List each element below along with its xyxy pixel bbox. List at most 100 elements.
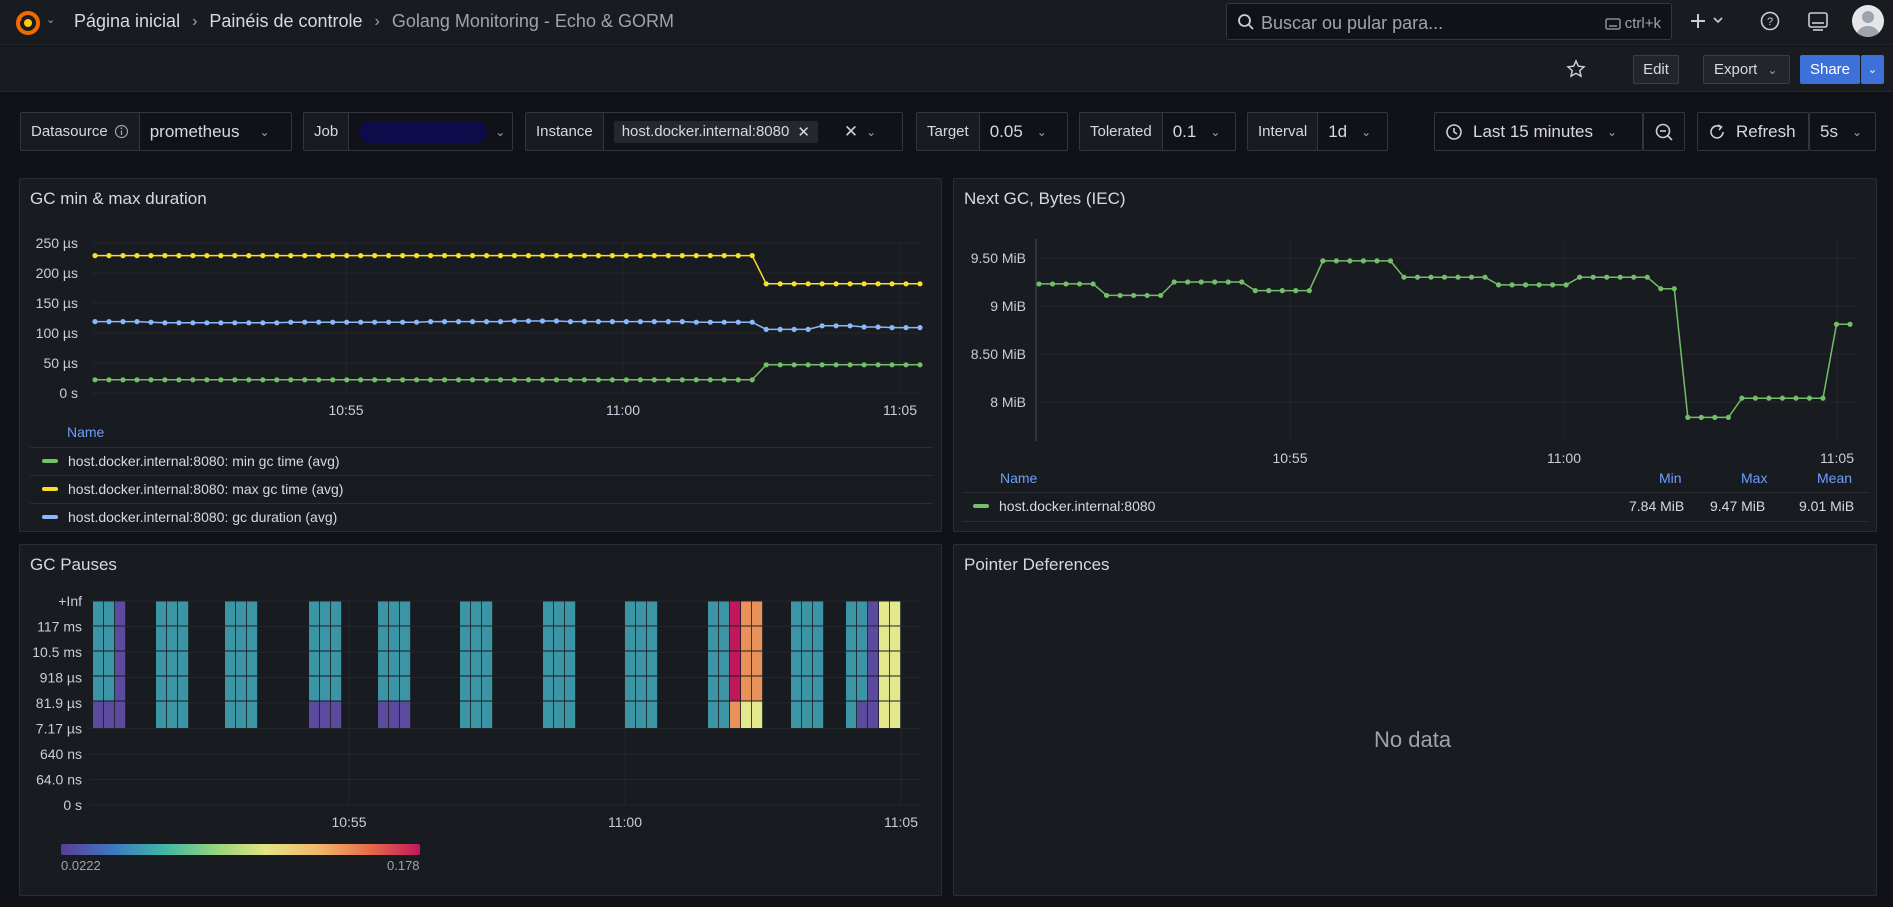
refresh-interval-select[interactable]: 5s ⌄ [1809, 112, 1876, 151]
legend-item-max[interactable]: host.docker.internal:8080: max gc time (… [42, 481, 343, 497]
legend-item-instance[interactable]: host.docker.internal:8080 [973, 498, 1155, 514]
heatmap-cell [813, 676, 824, 701]
search-shortcut: ctrl+k [1605, 15, 1661, 32]
tolerated-select[interactable]: 0.1 ⌄ [1163, 113, 1231, 150]
target-select[interactable]: 0.05 ⌄ [980, 113, 1057, 150]
heatmap-cell [730, 676, 741, 701]
data-point [1712, 414, 1718, 420]
interval-select[interactable]: 1d ⌄ [1318, 113, 1381, 150]
variable-datasource[interactable]: Datasource prometheus ⌄ [20, 112, 292, 151]
panel-next-gc[interactable]: Next GC, Bytes (IEC) 9.50 MiB 9 MiB 8.50 M… [953, 178, 1877, 532]
data-point [861, 324, 867, 330]
data-point [875, 324, 881, 330]
data-point [637, 319, 643, 325]
heatmap-cell [791, 626, 802, 651]
refresh-interval-button[interactable]: 5s ⌄ [1810, 113, 1872, 150]
data-point [441, 377, 448, 383]
variable-job[interactable]: Job ⌄ [303, 112, 513, 151]
heatmap-cell [846, 701, 857, 728]
plus-icon [1691, 14, 1723, 28]
heatmap-cell [389, 626, 400, 651]
legend-header-name: Name [67, 424, 105, 440]
breadcrumb-dashboards[interactable]: Painéis de controle [209, 11, 362, 32]
data-point [1658, 286, 1664, 292]
data-point [637, 377, 643, 383]
share-button[interactable]: Share [1800, 55, 1860, 84]
heatmap-cell [104, 651, 115, 676]
heatmap-cell [331, 701, 342, 728]
remove-chip-icon[interactable]: ✕ [797, 123, 810, 141]
heatmap-cell [636, 676, 647, 701]
panel-pointer-deferences[interactable]: Pointer Deferences No data [953, 544, 1877, 896]
time-range-picker[interactable]: Last 15 minutes ⌄ [1434, 112, 1643, 151]
heatmap-cell [730, 601, 741, 626]
refresh-action[interactable]: Refresh [1698, 113, 1806, 150]
chevron-down-icon[interactable]: ⌄ [46, 13, 55, 26]
help-icon[interactable]: ? [1759, 10, 1781, 35]
green-swatch [973, 504, 989, 508]
job-select[interactable]: ⌄ [349, 113, 515, 150]
dashboard-toolbar: Edit Export ⌄ Share ⌄ [0, 46, 1893, 92]
instance-chip[interactable]: host.docker.internal:8080 ✕ [613, 120, 818, 143]
data-point [623, 377, 629, 383]
data-point [386, 377, 392, 383]
zoom-out-button[interactable] [1643, 112, 1685, 151]
data-point [218, 253, 224, 259]
heatmap-cell [813, 626, 824, 651]
heatmap-cell [752, 601, 763, 626]
legend-item-min[interactable]: host.docker.internal:8080: min gc time (… [42, 453, 340, 469]
heatmap-cell [115, 601, 126, 626]
heatmap-cell [309, 676, 320, 701]
data-point [567, 253, 574, 259]
variable-target[interactable]: Target 0.05 ⌄ [916, 112, 1068, 151]
data-point [441, 253, 448, 259]
legend-label: host.docker.internal:8080 [999, 498, 1156, 514]
variable-label: Datasource [21, 113, 140, 150]
data-point [819, 281, 825, 287]
variable-tolerated[interactable]: Tolerated 0.1 ⌄ [1079, 112, 1236, 151]
heatmap-cell [104, 626, 115, 651]
heatmap-cell [104, 676, 115, 701]
heatmap-cell [625, 651, 636, 676]
data-point [805, 281, 811, 287]
export-button[interactable]: Export ⌄ [1703, 55, 1790, 84]
data-point [427, 253, 434, 259]
data-point [1036, 281, 1042, 287]
share-options-button[interactable]: ⌄ [1861, 55, 1884, 84]
data-point [469, 377, 476, 383]
panel-gc-duration[interactable]: GC min & max duration 250 µs 200 µs 150 µs… [19, 178, 942, 532]
variable-instance[interactable]: Instance host.docker.internal:8080 ✕ ✕ ⌄ [525, 112, 903, 151]
heatmap-cell [156, 701, 167, 728]
clear-icon[interactable]: ✕ [844, 122, 858, 142]
data-point [455, 377, 462, 383]
data-point [1793, 395, 1799, 401]
refresh-button[interactable]: Refresh [1697, 112, 1809, 151]
heatmap-cell [879, 701, 890, 728]
add-new-button[interactable] [1690, 8, 1730, 37]
legend-max-value: 9.47 MiB [1710, 498, 1766, 514]
heatmap-cell [890, 676, 901, 701]
data-point [106, 319, 112, 325]
star-icon[interactable] [1566, 59, 1586, 82]
heatmap-cell [400, 701, 411, 728]
heatmap-cell [482, 676, 493, 701]
avatar[interactable] [1852, 5, 1884, 37]
heatmap-cell [554, 676, 565, 701]
edit-button[interactable]: Edit [1633, 55, 1679, 84]
time-range-button[interactable]: Last 15 minutes ⌄ [1435, 113, 1627, 150]
heatmap-cell [554, 601, 565, 626]
search-input[interactable]: Buscar ou pular para... ctrl+k [1226, 3, 1672, 40]
chevron-down-icon: ⌄ [495, 124, 506, 139]
heatmap-cell [309, 651, 320, 676]
datasource-select[interactable]: prometheus ⌄ [140, 113, 280, 150]
instance-select[interactable]: host.docker.internal:8080 ✕ ✕ ⌄ [604, 113, 887, 150]
legend-item-duration[interactable]: host.docker.internal:8080: gc duration (… [42, 509, 337, 525]
panel-gc-pauses[interactable]: GC Pauses +Inf 117 ms 10.5 ms 918 µs 81.9 µs… [19, 544, 942, 896]
data-point [861, 281, 867, 287]
grafana-logo-icon[interactable] [14, 9, 42, 40]
breadcrumb-home[interactable]: Página inicial [74, 11, 180, 32]
news-icon[interactable] [1807, 10, 1829, 35]
variable-interval[interactable]: Interval 1d ⌄ [1247, 112, 1388, 151]
heatmap-cell [225, 651, 236, 676]
heatmap-cell [247, 601, 258, 626]
